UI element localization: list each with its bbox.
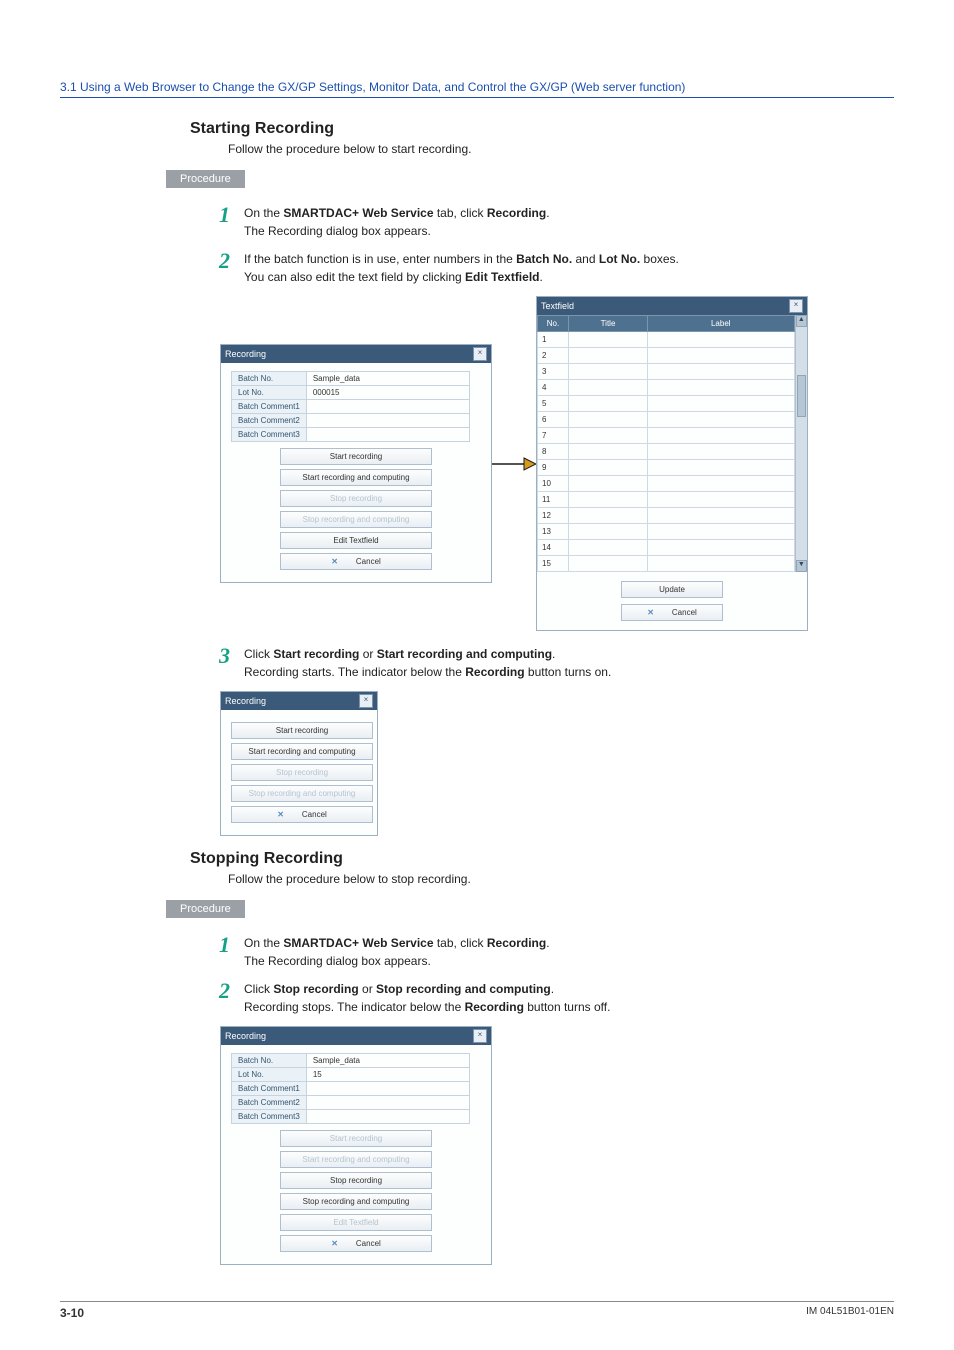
update-button[interactable]: Update <box>621 581 723 598</box>
section-title-start: Starting Recording <box>190 120 894 138</box>
section-intro-start: Follow the procedure below to start reco… <box>228 142 894 156</box>
page-footer: 3-10 IM 04L51B01-01EN <box>60 1301 894 1320</box>
batch-comment2-input[interactable] <box>306 1096 469 1110</box>
close-icon[interactable]: × <box>473 347 487 361</box>
table-row: 6 <box>538 412 795 428</box>
close-icon[interactable]: × <box>789 299 803 313</box>
dialog-title: Recording <box>225 696 266 706</box>
table-row: 11 <box>538 492 795 508</box>
start-recording-computing-button: Start recording and computing <box>280 1151 432 1168</box>
table-row: 14 <box>538 540 795 556</box>
stop-recording-computing-button: Stop recording and computing <box>280 511 432 528</box>
batch-form: Batch No.Sample_data Lot No.15 Batch Com… <box>231 1053 470 1124</box>
dialog-title: Textfield <box>541 301 574 311</box>
page-number: 3-10 <box>60 1306 84 1320</box>
procedure-label: Procedure <box>166 900 245 918</box>
table-row: 9 <box>538 460 795 476</box>
table-row: 4 <box>538 380 795 396</box>
step-number: 2 <box>190 250 244 272</box>
doc-id: IM 04L51B01-01EN <box>806 1306 894 1320</box>
close-icon[interactable]: × <box>359 694 373 708</box>
recording-dialog-stop: Recording × Batch No.Sample_data Lot No.… <box>220 1026 492 1265</box>
textfield-table: No.TitleLabel 1 2 3 4 5 6 7 8 9 10 11 12… <box>537 315 795 572</box>
lot-no-input[interactable]: 000015 <box>306 386 469 400</box>
edit-textfield-button: Edit Textfield <box>280 1214 432 1231</box>
start-recording-button[interactable]: Start recording <box>231 722 373 739</box>
stop-recording-button: Stop recording <box>280 490 432 507</box>
step-number: 1 <box>190 204 244 226</box>
batch-no-input[interactable]: Sample_data <box>306 1054 469 1068</box>
section-title-stop: Stopping Recording <box>190 850 894 868</box>
step-body: On the SMARTDAC+ Web Service tab, click … <box>244 204 550 240</box>
table-row: 3 <box>538 364 795 380</box>
step-number: 1 <box>190 934 244 956</box>
cancel-button[interactable]: Cancel <box>280 1235 432 1252</box>
start-recording-button: Start recording <box>280 1130 432 1147</box>
recording-dialog: Recording × Batch No.Sample_data Lot No.… <box>220 344 492 583</box>
cancel-button[interactable]: Cancel <box>231 806 373 823</box>
start-recording-computing-button[interactable]: Start recording and computing <box>280 469 432 486</box>
stop-recording-button: Stop recording <box>231 764 373 781</box>
section-intro-stop: Follow the procedure below to stop recor… <box>228 872 894 886</box>
stop-recording-button[interactable]: Stop recording <box>280 1172 432 1189</box>
table-row: 1 <box>538 332 795 348</box>
batch-comment3-input[interactable] <box>306 1110 469 1124</box>
batch-form: Batch No.Sample_data Lot No.000015 Batch… <box>231 371 470 442</box>
batch-comment1-input[interactable] <box>306 400 469 414</box>
breadcrumb: 3.1 Using a Web Browser to Change the GX… <box>60 80 894 98</box>
batch-comment3-input[interactable] <box>306 428 469 442</box>
step-body: On the SMARTDAC+ Web Service tab, click … <box>244 934 550 970</box>
scroll-down-icon[interactable]: ▼ <box>796 560 807 572</box>
stop-recording-computing-button[interactable]: Stop recording and computing <box>280 1193 432 1210</box>
batch-comment1-input[interactable] <box>306 1082 469 1096</box>
table-row: 8 <box>538 444 795 460</box>
dialog-title: Recording <box>225 1031 266 1041</box>
step-body: Click Stop recording or Stop recording a… <box>244 980 610 1016</box>
scroll-up-icon[interactable]: ▲ <box>796 315 807 327</box>
scrollbar[interactable]: ▲ ▼ <box>795 315 807 572</box>
table-row: 15 <box>538 556 795 572</box>
textfield-dialog: Textfield × No.TitleLabel 1 2 3 4 5 6 7 … <box>536 296 808 631</box>
table-row: 2 <box>538 348 795 364</box>
cancel-button[interactable]: Cancel <box>280 553 432 570</box>
step-number: 3 <box>190 645 244 667</box>
step-body: Click Start recording or Start recording… <box>244 645 611 681</box>
batch-comment2-input[interactable] <box>306 414 469 428</box>
edit-textfield-button[interactable]: Edit Textfield <box>280 532 432 549</box>
recording-dialog-small: Recording × Start recording Start record… <box>220 691 378 836</box>
stop-recording-computing-button: Stop recording and computing <box>231 785 373 802</box>
batch-no-input[interactable]: Sample_data <box>306 372 469 386</box>
step-body: If the batch function is in use, enter n… <box>244 250 679 286</box>
table-row: 12 <box>538 508 795 524</box>
table-row: 10 <box>538 476 795 492</box>
start-recording-button[interactable]: Start recording <box>280 448 432 465</box>
scroll-thumb[interactable] <box>797 375 806 417</box>
table-row: 13 <box>538 524 795 540</box>
cancel-button[interactable]: Cancel <box>621 604 723 621</box>
table-row: 5 <box>538 396 795 412</box>
procedure-label: Procedure <box>166 170 245 188</box>
table-row: 7 <box>538 428 795 444</box>
step-number: 2 <box>190 980 244 1002</box>
arrow-icon <box>492 454 536 474</box>
dialog-title: Recording <box>225 349 266 359</box>
lot-no-input[interactable]: 15 <box>306 1068 469 1082</box>
start-recording-computing-button[interactable]: Start recording and computing <box>231 743 373 760</box>
close-icon[interactable]: × <box>473 1029 487 1043</box>
